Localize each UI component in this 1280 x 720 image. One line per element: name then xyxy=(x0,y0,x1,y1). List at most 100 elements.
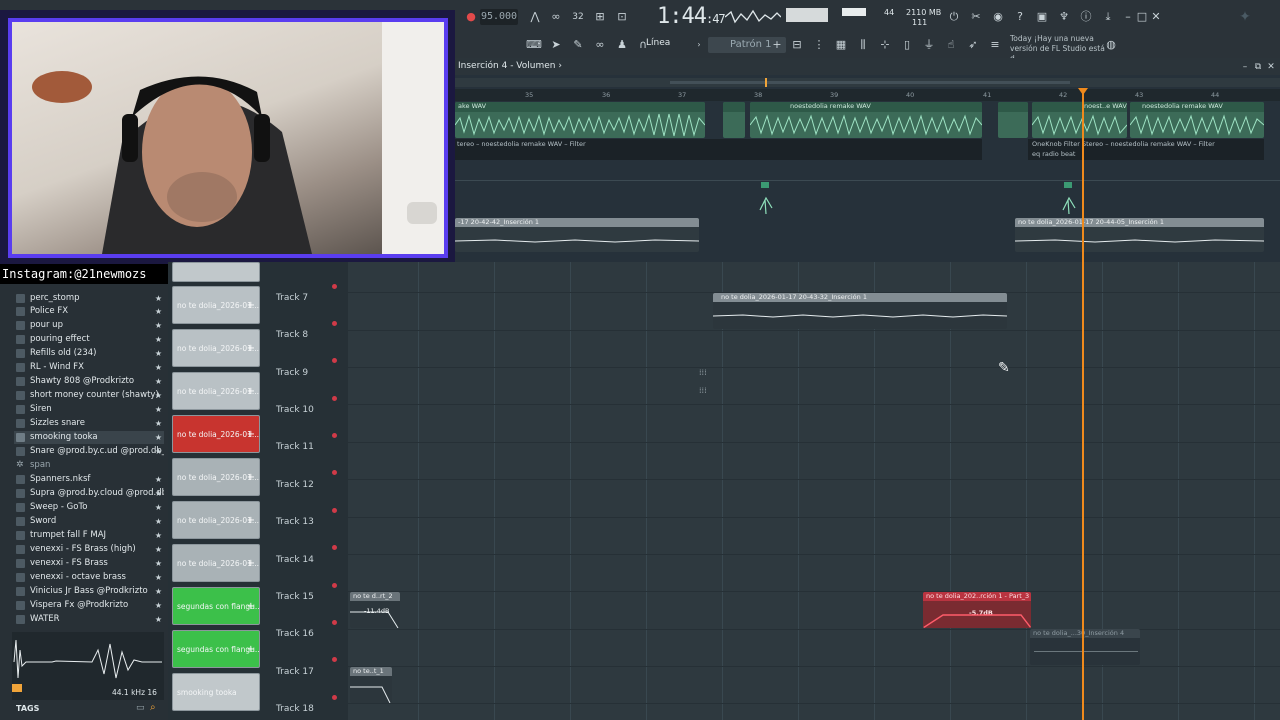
plugin-icon[interactable]: ♆ xyxy=(1055,9,1073,25)
plus-icon[interactable]: + xyxy=(247,588,255,624)
audio-clip[interactable]: noestedolia remake WAV xyxy=(750,102,982,138)
channel-clip-button[interactable]: no te dolia_2026-01... + xyxy=(172,501,260,539)
star-icon[interactable]: ★ xyxy=(155,501,162,514)
star-icon[interactable]: ★ xyxy=(155,389,162,402)
info-icon[interactable]: ⓘ xyxy=(1077,9,1095,25)
search-icon[interactable]: ⌕ xyxy=(150,702,156,713)
tags-label[interactable]: TAGS xyxy=(16,704,39,713)
microphone-icon[interactable]: ◉ xyxy=(989,9,1007,25)
add-pattern-icon[interactable]: + xyxy=(768,37,786,53)
audio-clip[interactable]: noestedolia remake WAV xyxy=(1130,102,1264,138)
star-icon[interactable]: ★ xyxy=(155,613,162,626)
brush-icon[interactable]: ✎ xyxy=(569,37,587,53)
star-icon[interactable]: ★ xyxy=(155,557,162,570)
browser-item[interactable]: Vispera Fx @Prodkrizto ★ xyxy=(14,599,164,612)
audio-clip[interactable]: noest..e WAV xyxy=(1032,102,1127,138)
playlist-icon[interactable]: ⊟ xyxy=(788,37,806,53)
audio-clip[interactable]: no te dolia_2026-01-17 20-44-05_Inserció… xyxy=(1015,218,1264,252)
plus-icon[interactable]: + xyxy=(247,287,255,323)
channel-clip-button[interactable] xyxy=(172,262,260,282)
overview-scrollbar[interactable] xyxy=(455,78,1280,87)
star-icon[interactable]: ★ xyxy=(155,417,162,430)
download-icon[interactable]: ⤓ xyxy=(1099,9,1117,25)
channel-clip-button[interactable]: no te dolia_2026-01... + xyxy=(172,372,260,410)
folder-icon[interactable]: ▭ xyxy=(136,703,145,713)
audio-clip[interactable]: no te dolia_...30_Inserción 4 xyxy=(1030,629,1140,665)
track-name[interactable]: Track 11 xyxy=(276,442,314,452)
track-name[interactable]: Track 9 xyxy=(276,368,308,378)
blend-notes-icon[interactable]: ⊞ xyxy=(591,9,609,25)
star-icon[interactable]: ★ xyxy=(155,445,162,458)
mixer-icon[interactable]: ⫼ xyxy=(854,37,872,53)
audio-clip[interactable]: no te..t_1 xyxy=(350,667,392,703)
automation-point[interactable] xyxy=(758,180,774,216)
audio-clip[interactable]: no te dolia_2026-01-17 20-43-32_Inserció… xyxy=(713,293,1007,329)
playlist-close-icon[interactable]: ✕ xyxy=(1262,59,1280,75)
browser-item[interactable]: Supra @prod.by.cloud @prod.db_ ★ xyxy=(14,487,164,500)
browser-item[interactable]: venexxi - FS Brass ★ xyxy=(14,557,164,570)
track-mute-led[interactable] xyxy=(332,657,337,662)
browser-item[interactable]: Vinicius Jr Bass @Prodkrizto ★ xyxy=(14,585,164,598)
channel-clip-button[interactable]: no te dolia_2026-01... + xyxy=(172,286,260,324)
browser-item[interactable]: pouring effect ★ xyxy=(14,333,164,346)
browser-item[interactable]: short money counter (shawty) ★ xyxy=(14,389,164,402)
plus-icon[interactable]: + xyxy=(247,502,255,538)
browser-item[interactable]: WATER ★ xyxy=(14,613,164,626)
star-icon[interactable]: ★ xyxy=(155,585,162,598)
channel-clip-button[interactable]: no te dolia_2026-01... + xyxy=(172,544,260,582)
track-name[interactable]: Track 15 xyxy=(276,592,314,602)
channel-clip-button[interactable]: no te dolia_2026-01... + xyxy=(172,415,260,453)
star-icon[interactable]: ★ xyxy=(155,515,162,528)
arrow-right-icon[interactable]: ➤ xyxy=(547,37,565,53)
browser-item[interactable]: ✲ span xyxy=(14,459,164,472)
track-mute-led[interactable] xyxy=(332,470,337,475)
track-name[interactable]: Track 12 xyxy=(276,480,314,490)
globe-icon[interactable]: ◍ xyxy=(1102,37,1120,53)
track-name[interactable]: Track 8 xyxy=(276,330,308,340)
plus-icon[interactable]: + xyxy=(247,459,255,495)
typing-keyboard-icon[interactable]: ⌨ xyxy=(525,37,543,53)
track-mute-led[interactable] xyxy=(332,620,337,625)
channel-clip-button[interactable]: segundas con flangu... + xyxy=(172,630,260,668)
star-icon[interactable]: ★ xyxy=(155,305,162,318)
help-icon[interactable]: ? xyxy=(1011,9,1029,25)
browser-item[interactable]: Sizzles snare ★ xyxy=(14,417,164,430)
track-name[interactable]: Track 10 xyxy=(276,405,314,415)
star-icon[interactable]: ★ xyxy=(155,292,162,305)
star-icon[interactable]: ★ xyxy=(155,403,162,416)
link-icon[interactable]: ∞ xyxy=(591,37,609,53)
browser-item[interactable]: Siren ★ xyxy=(14,403,164,416)
timeline-ruler[interactable]: 35 36 37 38 39 40 41 42 43 44 xyxy=(455,89,1280,101)
plus-icon[interactable]: + xyxy=(247,416,255,452)
channel-rack-icon[interactable]: ⊹ xyxy=(876,37,894,53)
audio-clip[interactable]: ake WAV xyxy=(455,102,705,138)
track-mute-led[interactable] xyxy=(332,695,337,700)
playhead-marker-icon[interactable] xyxy=(1078,88,1088,95)
metronome-icon[interactable]: ⋀ xyxy=(526,9,544,25)
browser-item[interactable]: Sweep - GoTo ★ xyxy=(14,501,164,514)
track-mute-led[interactable] xyxy=(332,396,337,401)
loop-record-icon[interactable]: ⊡ xyxy=(613,9,631,25)
audio-clip[interactable]: -17 20-42-42_Inserción 1 xyxy=(455,218,699,252)
snap-selector[interactable]: Línea xyxy=(646,38,670,48)
track-mute-led[interactable] xyxy=(332,508,337,513)
tools-icon[interactable]: ✂ xyxy=(967,9,985,25)
star-icon[interactable]: ★ xyxy=(155,431,162,444)
track-name[interactable]: Track 7 xyxy=(276,293,308,303)
save-icon[interactable]: ▣ xyxy=(1033,9,1051,25)
star-icon[interactable]: ★ xyxy=(155,347,162,360)
star-icon[interactable]: ★ xyxy=(155,571,162,584)
browser-item[interactable]: perc_stomp ★ xyxy=(14,292,164,305)
touch-icon[interactable]: ☝ xyxy=(942,37,960,53)
tempo-display[interactable]: 95.000 xyxy=(480,9,518,25)
star-icon[interactable]: ★ xyxy=(155,333,162,346)
playhead[interactable] xyxy=(1082,92,1084,720)
piano-roll-icon[interactable]: ▦ xyxy=(832,37,850,53)
audio-clip[interactable] xyxy=(998,102,1028,138)
track-mute-led[interactable] xyxy=(332,321,337,326)
track-mute-led[interactable] xyxy=(332,545,337,550)
browser-item[interactable]: Police FX ★ xyxy=(14,305,164,318)
track-mute-led[interactable] xyxy=(332,284,337,289)
browser-item[interactable]: Refills old (234) ★ xyxy=(14,347,164,360)
browser-item[interactable]: RL - Wind FX ★ xyxy=(14,361,164,374)
